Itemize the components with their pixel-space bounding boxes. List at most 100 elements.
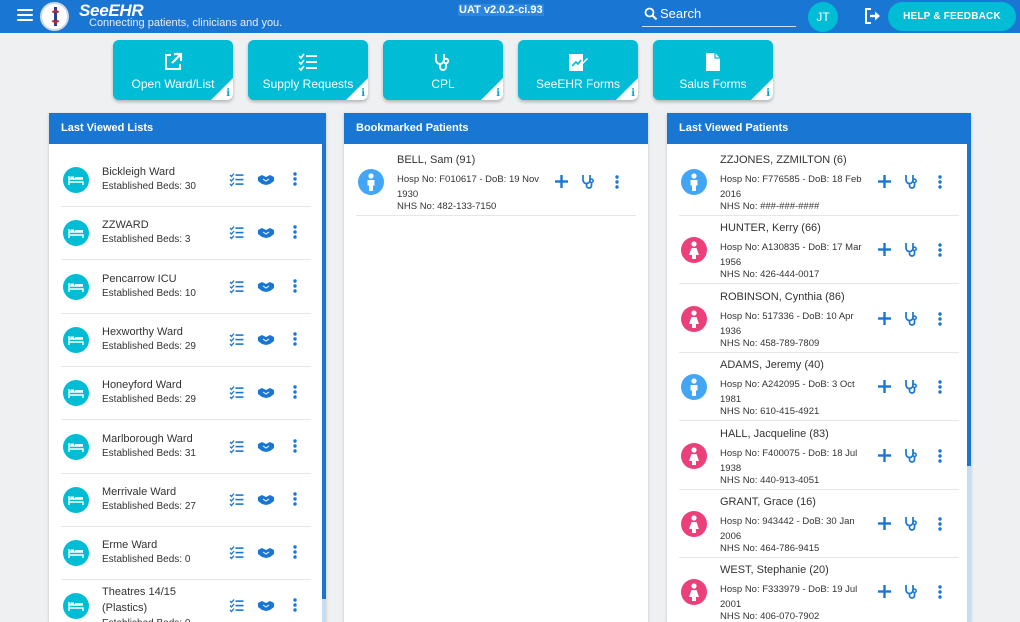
handshake-icon[interactable] [257,332,275,352]
more-options-icon[interactable] [292,332,298,351]
scrollbar-thumb[interactable] [322,144,326,599]
patient-list-item[interactable]: ROBINSON, Cynthia (86) Hosp No: 517336 - … [679,285,959,353]
add-icon[interactable] [878,448,891,467]
checklist-icon[interactable] [229,439,244,459]
tile-supply-requests[interactable]: Supply Requests i [248,40,368,100]
ward-list-item[interactable]: Bickleigh Ward Established Beds: 30 [61,154,311,207]
more-options-icon[interactable] [614,175,620,194]
more-options-icon[interactable] [937,175,943,194]
handshake-icon[interactable] [257,385,275,405]
info-icon[interactable]: i [226,88,230,99]
patient-name[interactable]: BELL, Sam (91) [397,154,475,166]
patient-name[interactable]: ZZJONES, ZZMILTON (6) [720,154,847,166]
checklist-icon[interactable] [229,172,244,192]
add-icon[interactable] [878,243,891,261]
add-icon[interactable] [878,311,891,330]
more-options-icon[interactable] [292,172,298,191]
stethoscope-icon[interactable] [904,379,917,399]
patient-list-item[interactable]: GRANT, Grace (16) Hosp No: 943442 - DoB: … [679,490,959,558]
more-options-icon[interactable] [292,545,298,564]
more-options-icon[interactable] [292,278,298,298]
patient-name[interactable]: WEST, Stephanie (20) [720,564,829,576]
handshake-icon[interactable] [257,225,275,245]
more-options-icon[interactable] [292,225,298,244]
handshake-icon[interactable] [257,492,275,512]
info-icon[interactable]: i [361,88,365,99]
patient-name[interactable]: ROBINSON, Cynthia (86) [720,291,845,303]
info-icon[interactable]: i [496,88,500,99]
info-icon[interactable]: i [631,88,635,99]
checklist-icon[interactable] [229,332,244,352]
add-icon[interactable] [878,585,891,603]
patient-list-item[interactable]: HALL, Jacqueline (83) Hosp No: F400075 - … [679,422,959,490]
checklist-icon[interactable] [229,545,244,565]
info-icon[interactable]: i [766,88,770,99]
help-feedback-button[interactable]: HELP & FEEDBACK [888,2,1016,31]
patient-list-item[interactable]: ZZJONES, ZZMILTON (6) Hosp No: F776585 - … [679,148,959,216]
handshake-icon[interactable] [257,598,275,618]
checklist-icon[interactable] [229,225,244,245]
add-icon[interactable] [878,517,891,535]
ward-name[interactable]: Marlborough Ward [102,431,202,447]
patient-name[interactable]: HALL, Jacqueline (83) [720,428,829,440]
more-options-icon[interactable] [937,380,943,399]
stethoscope-icon[interactable] [904,448,917,468]
ward-name[interactable]: Bickleigh Ward [102,164,202,180]
ward-name[interactable]: Theatres 14/15 (Plastics) [102,584,202,616]
patient-name[interactable]: GRANT, Grace (16) [720,496,816,508]
tile-cpl[interactable]: CPL i [383,40,503,100]
checklist-icon[interactable] [229,279,244,299]
checklist-icon[interactable] [229,598,244,618]
patient-list-item[interactable]: BELL, Sam (91) Hosp No: F010617 - DoB: 19… [356,148,636,216]
stethoscope-icon[interactable] [904,516,917,536]
handshake-icon[interactable] [257,439,275,459]
checklist-icon[interactable] [229,385,244,405]
patient-list-item[interactable]: WEST, Stephanie (20) Hosp No: F333979 - D… [679,558,959,622]
more-options-icon[interactable] [937,243,943,262]
ward-name[interactable]: Pencarrow ICU [102,271,202,287]
add-icon[interactable] [878,380,891,398]
ward-name[interactable]: ZZWARD [102,217,202,233]
tile-open-ward-list[interactable]: Open Ward/List i [113,40,233,100]
ward-name[interactable]: Merrivale Ward [102,484,202,500]
handshake-icon[interactable] [257,172,275,192]
search-input[interactable]: Search [642,3,796,27]
checklist-icon[interactable] [229,492,244,512]
tile-seeehr-forms[interactable]: SeeEHR Forms i [518,40,638,100]
ward-name[interactable]: Hexworthy Ward [102,324,202,340]
ward-name[interactable]: Honeyford Ward [102,377,202,393]
ward-list-item[interactable]: ZZWARD Established Beds: 3 [61,207,311,261]
stethoscope-icon[interactable] [904,311,917,331]
patient-list-item[interactable]: ADAMS, Jeremy (40) Hosp No: A242095 - DoB… [679,353,959,422]
stethoscope-icon[interactable] [581,174,594,194]
stethoscope-icon[interactable] [904,584,917,604]
scrollbar-thumb[interactable] [967,144,971,466]
menu-icon[interactable] [17,9,33,23]
ward-list-item[interactable]: Erme Ward Established Beds: 0 [61,527,311,581]
ward-list-item[interactable]: Theatres 14/15 (Plastics) Established Bed… [61,580,311,622]
ward-name[interactable]: Erme Ward [102,537,202,553]
more-options-icon[interactable] [937,585,943,604]
more-options-icon[interactable] [292,492,298,511]
patient-name[interactable]: HUNTER, Kerry (66) [720,222,821,234]
tile-salus-forms[interactable]: Salus Forms i [653,40,773,100]
more-options-icon[interactable] [937,448,943,468]
add-icon[interactable] [555,175,568,193]
patient-name[interactable]: ADAMS, Jeremy (40) [720,359,824,371]
add-icon[interactable] [878,175,891,193]
handshake-icon[interactable] [257,545,275,565]
stethoscope-icon[interactable] [904,174,917,194]
patient-list-item[interactable]: HUNTER, Kerry (66) Hosp No: A130835 - DoB… [679,216,959,285]
more-options-icon[interactable] [937,312,943,331]
ward-list-item[interactable]: Pencarrow ICU Established Beds: 10 [61,261,311,314]
ward-list-item[interactable]: Honeyford Ward Established Beds: 29 [61,367,311,421]
more-options-icon[interactable] [292,438,298,458]
more-options-icon[interactable] [937,517,943,536]
logo[interactable] [40,2,69,31]
stethoscope-icon[interactable] [904,242,917,262]
more-options-icon[interactable] [292,385,298,404]
ward-list-item[interactable]: Merrivale Ward Established Beds: 27 [61,474,311,527]
handshake-icon[interactable] [257,279,275,299]
ward-list-item[interactable]: Hexworthy Ward Established Beds: 29 [61,314,311,367]
more-options-icon[interactable] [292,598,298,617]
